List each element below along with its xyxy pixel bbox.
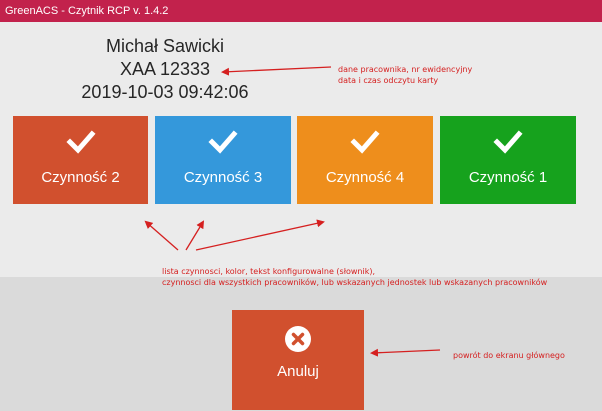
activity-label: Czynność 2 <box>41 169 120 186</box>
annotation-employee-line2: data i czas odczytu karty <box>338 76 439 85</box>
annotation-activities-line2: czynnosci dla wszystkich pracowników, lu… <box>162 278 548 287</box>
annotation-cancel: powrót do ekranu głównego <box>453 351 565 360</box>
read-timestamp: 2019-10-03 09:42:06 <box>81 82 249 102</box>
activity-button-czynnosc-2[interactable]: Czynność 2 <box>13 116 148 204</box>
window-title: GreenACS - Czytnik RCP v. 1.4.2 <box>0 0 602 22</box>
close-circle-icon <box>285 326 311 352</box>
activity-label: Czynność 3 <box>183 169 263 186</box>
arrow-to-tile-3 <box>195 219 325 251</box>
checkmark-icon <box>208 130 238 154</box>
activity-label: Czynność 1 <box>468 169 548 186</box>
arrow-to-tile-1 <box>144 220 179 251</box>
arrow-to-tile-2 <box>185 220 205 251</box>
activity-button-czynnosc-1[interactable]: Czynność 1 <box>440 116 576 204</box>
annotation-activities-line1: lista czynnosci, kolor, tekst konfigurow… <box>162 267 376 276</box>
activity-label: Czynność 4 <box>325 169 405 186</box>
checkmark-icon <box>493 130 523 154</box>
checkmark-icon <box>65 130 96 154</box>
activity-button-czynnosc-4[interactable]: Czynność 4 <box>297 116 433 204</box>
annotation-activities: lista czynnosci, kolor, tekst konfigurow… <box>162 266 547 288</box>
annotation-employee-line1: dane pracownika, nr ewidencyjny <box>338 65 473 74</box>
annotation-employee: dane pracownika, nr ewidencyjny data i c… <box>338 64 472 86</box>
cancel-label: Anuluj <box>277 363 319 380</box>
employee-name: Michał Sawicki <box>105 36 225 56</box>
activity-button-czynnosc-3[interactable]: Czynność 3 <box>155 116 291 204</box>
cancel-button[interactable]: Anuluj <box>232 310 364 410</box>
employee-id: XAA 12333 <box>119 59 211 79</box>
checkmark-icon <box>350 130 380 154</box>
